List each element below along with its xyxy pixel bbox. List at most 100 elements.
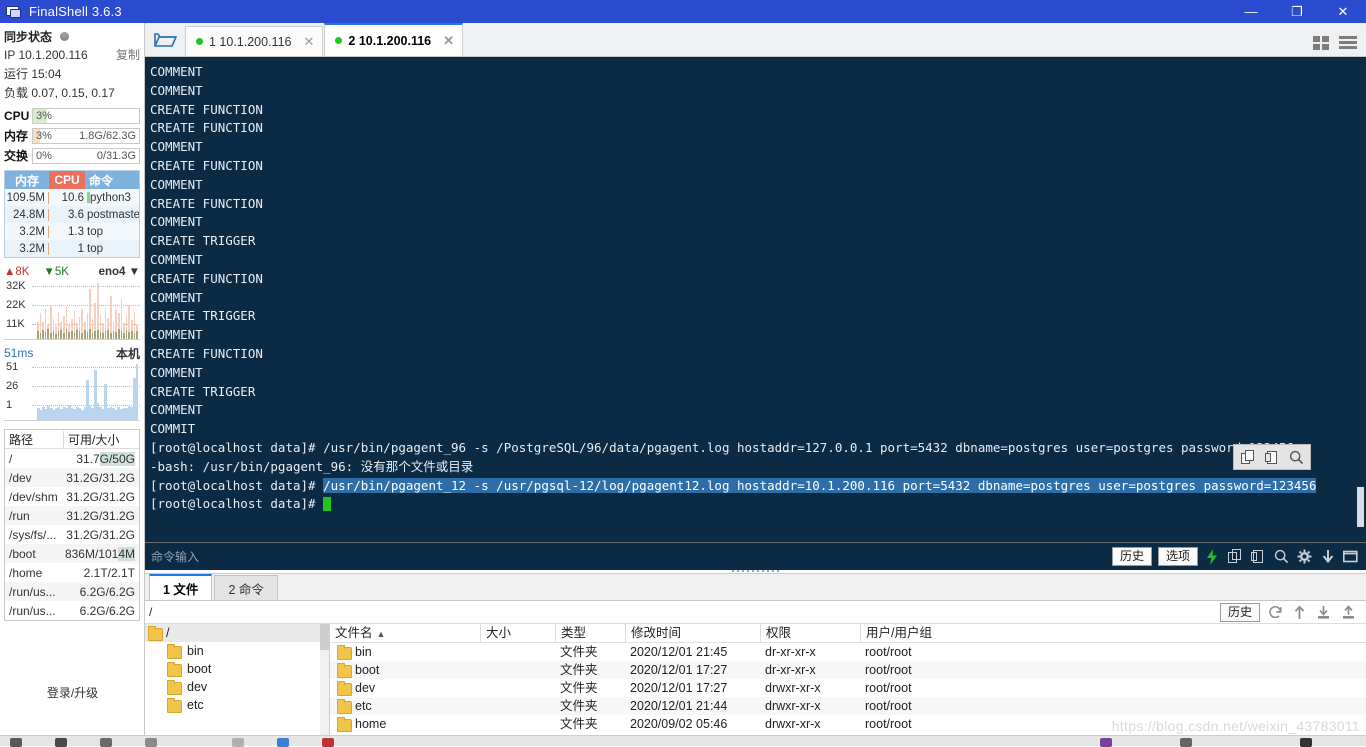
table-row[interactable]: /run/us... 6.2G/6.2G [5,601,139,620]
table-row[interactable]: /home 2.1T/2.1T [5,563,139,582]
copy-ip-button[interactable]: 复制 [116,46,140,63]
table-row[interactable]: boot 文件夹 2020/12/01 17:27 dr-xr-xr-x root/ro… [330,661,1366,679]
file-size [480,661,555,679]
file-mtime: 2020/12/01 17:27 [630,663,728,677]
up-level-icon[interactable] [1293,605,1306,620]
list-view-icon[interactable] [1339,35,1357,50]
tab-close-icon[interactable]: ✕ [443,33,454,49]
history-button[interactable]: 历史 [1111,547,1152,566]
close-button[interactable]: ✕ [1320,0,1366,23]
table-row[interactable]: bin 文件夹 2020/12/01 21:45 dr-xr-xr-x root/roo… [330,643,1366,661]
file-owner: root/root [865,699,912,713]
process-col-mem[interactable]: 内存 [5,172,49,189]
terminal-scrollbar-thumb[interactable] [1357,487,1364,527]
tree-scrollbar[interactable] [320,624,329,736]
tree-item[interactable]: bin [145,642,329,660]
window-icon[interactable] [1342,548,1359,565]
tab-commands[interactable]: 2 命令 [214,575,278,600]
table-row[interactable]: 3.2M 1 top [5,240,139,257]
table-row[interactable]: / 31.7G/50G [5,449,139,468]
terminal-output-line: COMMENT [150,214,203,230]
table-row[interactable]: /run 31.2G/31.2G [5,506,139,525]
options-button[interactable]: 选项 [1157,547,1198,566]
network-graph-y-labels: 32K 22K 11K [4,280,34,339]
tree-scrollbar-thumb[interactable] [320,624,329,650]
network-interface-selector[interactable]: eno4 ▼ [99,266,140,278]
copy-icon[interactable] [1237,447,1259,467]
refresh-icon[interactable] [1268,605,1283,620]
network-y-label: 32K [6,280,28,292]
disk-col-size: 可用/大小 [63,430,139,448]
table-row[interactable]: /dev/shm 31.2G/31.2G [5,487,139,506]
disk-usage-table[interactable]: 路径 可用/大小 / 31.7G/50G/dev 31.2G/31.2G/dev/s… [4,429,140,621]
folder-icon [337,644,352,660]
table-row[interactable]: 109.5M 10.6 python3 [5,189,139,206]
table-row[interactable]: /run/us... 6.2G/6.2G [5,582,139,601]
terminal-command-line-2: [root@localhost data]# /usr/bin/pgagent_… [150,477,1366,496]
grid-view-icon[interactable] [1313,35,1330,50]
terminal-output-line: CREATE FUNCTION [150,157,263,173]
file-size [480,715,555,733]
column-header-size[interactable]: 大小 [480,624,555,643]
lightning-icon[interactable] [1204,548,1221,565]
search-icon[interactable] [1273,548,1290,565]
window-titlebar: FinalShell 3.6.3 — ❐ ✕ [0,0,1366,23]
paste-icon[interactable] [1261,447,1283,467]
terminal-float-toolbar [1233,444,1311,470]
tab-close-icon[interactable]: ✕ [303,34,314,50]
table-row[interactable]: 3.2M 1.3 top [5,223,139,240]
process-table[interactable]: 内存 CPU 命令 109.5M 10.6 python3 24.8M 3.6 … [4,170,140,258]
column-header-perm[interactable]: 权限 [760,624,860,643]
process-mem: 109.5M [5,191,49,204]
column-header-name[interactable]: 文件名 ▲ [330,624,480,643]
tab-session-1[interactable]: 1 10.1.200.116 ✕ [185,26,324,56]
table-row[interactable]: /sys/fs/... 31.2G/31.2G [5,525,139,544]
copy-icon[interactable] [1227,548,1244,565]
sync-status-label: 同步状态 [4,29,53,44]
path-input[interactable]: / [149,605,1212,619]
open-folder-button[interactable] [145,23,185,56]
tree-item[interactable]: boot [145,660,329,678]
directory-tree[interactable]: / bin boot dev etc [145,624,330,736]
terminal-output-line: COMMENT [150,64,203,79]
login-upgrade-link[interactable]: 登录/升级 [0,684,145,701]
file-size [480,697,555,715]
tab-session-2[interactable]: 2 10.1.200.116 ✕ [324,23,464,56]
minimize-button[interactable]: — [1228,0,1274,23]
upload-icon[interactable] [1341,604,1356,620]
command-input-field[interactable]: 命令输入 [145,548,199,565]
network-download-bar [125,329,128,339]
column-header-type[interactable]: 类型 [555,624,625,643]
column-header-mtime[interactable]: 修改时间 [625,624,760,643]
gear-icon[interactable] [1296,548,1313,565]
paste-icon[interactable] [1250,548,1267,565]
network-y-label: 11K [6,318,27,330]
file-history-button[interactable]: 历史 [1219,602,1260,622]
table-row[interactable]: /boot 836M/1014M [5,544,139,563]
network-download-bar [50,332,52,339]
table-row[interactable]: dev 文件夹 2020/12/01 17:27 drwxr-xr-x root/roo… [330,679,1366,697]
download-icon[interactable] [1319,548,1336,565]
search-icon[interactable] [1285,447,1307,467]
terminal-error-line: -bash: /usr/bin/pgagent_96: 没有那个文件或目录 [150,458,474,474]
maximize-button[interactable]: ❐ [1274,0,1320,23]
terminal-output[interactable]: COMMENT COMMENT CREATE FUNCTION CREATE FUNC… [145,57,1366,542]
process-col-cpu[interactable]: CPU [49,171,85,189]
command-input-bar[interactable]: 命令输入 历史 选项 [145,542,1366,570]
column-header-owner[interactable]: 用户/用户组 [860,624,1366,643]
tree-item[interactable]: etc [145,696,329,714]
table-row[interactable]: etc 文件夹 2020/12/01 21:44 drwxr-xr-x root/roo… [330,697,1366,715]
disk-path: /dev/shm [9,489,58,504]
table-row[interactable]: /dev 31.2G/31.2G [5,468,139,487]
tree-item-root[interactable]: / [145,624,329,642]
table-row[interactable]: 24.8M 3.6 postmaster [5,206,139,223]
process-col-cmd[interactable]: 命令 [85,172,139,189]
sync-status-dot-icon [60,31,70,41]
download-icon[interactable] [1316,605,1331,620]
disk-path: /run/us... [9,603,56,618]
tree-item[interactable]: dev [145,678,329,696]
terminal-scrollbar[interactable] [1356,57,1365,542]
file-mtime: 2020/12/01 21:45 [630,645,728,659]
tab-files[interactable]: 1 文件 [149,574,213,600]
file-mtime: 2020/12/01 21:44 [630,699,728,713]
